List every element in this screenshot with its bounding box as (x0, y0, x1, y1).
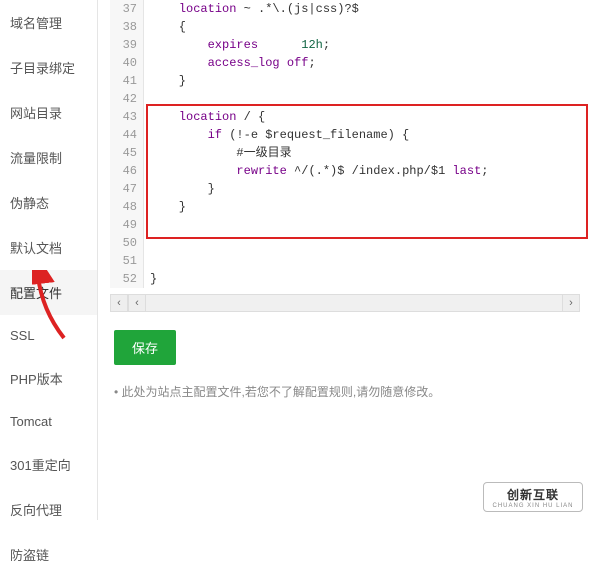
scroll-track[interactable] (146, 294, 562, 312)
sidebar-item-tomcat[interactable]: Tomcat (0, 401, 97, 442)
sidebar-item-php[interactable]: PHP版本 (0, 356, 97, 401)
code-editor-area: 37383940414243444546474849505152 locatio… (110, 0, 580, 312)
sidebar-item-sitedir[interactable]: 网站目录 (0, 90, 97, 135)
code-content[interactable]: location ~ .*\.(js|css)?$ { expires 12h;… (144, 0, 580, 288)
sidebar-item-config[interactable]: 配置文件 (0, 270, 97, 315)
sidebar-item-defaultdoc[interactable]: 默认文档 (0, 225, 97, 270)
brand-logo-text: 创新互联 (492, 486, 573, 503)
sidebar-item-domain[interactable]: 域名管理 (0, 0, 97, 45)
sidebar: 域名管理 子目录绑定 网站目录 流量限制 伪静态 默认文档 配置文件 SSL P… (0, 0, 98, 520)
sidebar-item-301[interactable]: 301重定向 (0, 442, 97, 487)
sidebar-item-traffic[interactable]: 流量限制 (0, 135, 97, 180)
scroll-right-icon[interactable]: › (562, 294, 580, 312)
sidebar-item-rewrite[interactable]: 伪静态 (0, 180, 97, 225)
sidebar-item-antileech[interactable]: 防盗链 (0, 532, 97, 577)
config-hint-text: 此处为站点主配置文件,若您不了解配置规则,请勿随意修改。 (114, 383, 591, 400)
sidebar-item-proxy[interactable]: 反向代理 (0, 487, 97, 532)
main-panel: 37383940414243444546474849505152 locatio… (98, 0, 591, 520)
sidebar-item-subdir[interactable]: 子目录绑定 (0, 45, 97, 90)
code-editor[interactable]: 37383940414243444546474849505152 locatio… (110, 0, 580, 288)
brand-logo: 创新互联 CHUANG XIN HU LIAN (483, 482, 583, 512)
scroll-left-icon[interactable]: ‹ (110, 294, 128, 312)
line-gutter: 37383940414243444546474849505152 (110, 0, 144, 288)
scroll-left2-icon[interactable]: ‹ (128, 294, 146, 312)
sidebar-item-ssl[interactable]: SSL (0, 315, 97, 356)
save-button[interactable]: 保存 (114, 330, 176, 365)
horizontal-scrollbar[interactable]: ‹ ‹ › (110, 294, 580, 312)
brand-logo-sub: CHUANG XIN HU LIAN (492, 503, 573, 509)
